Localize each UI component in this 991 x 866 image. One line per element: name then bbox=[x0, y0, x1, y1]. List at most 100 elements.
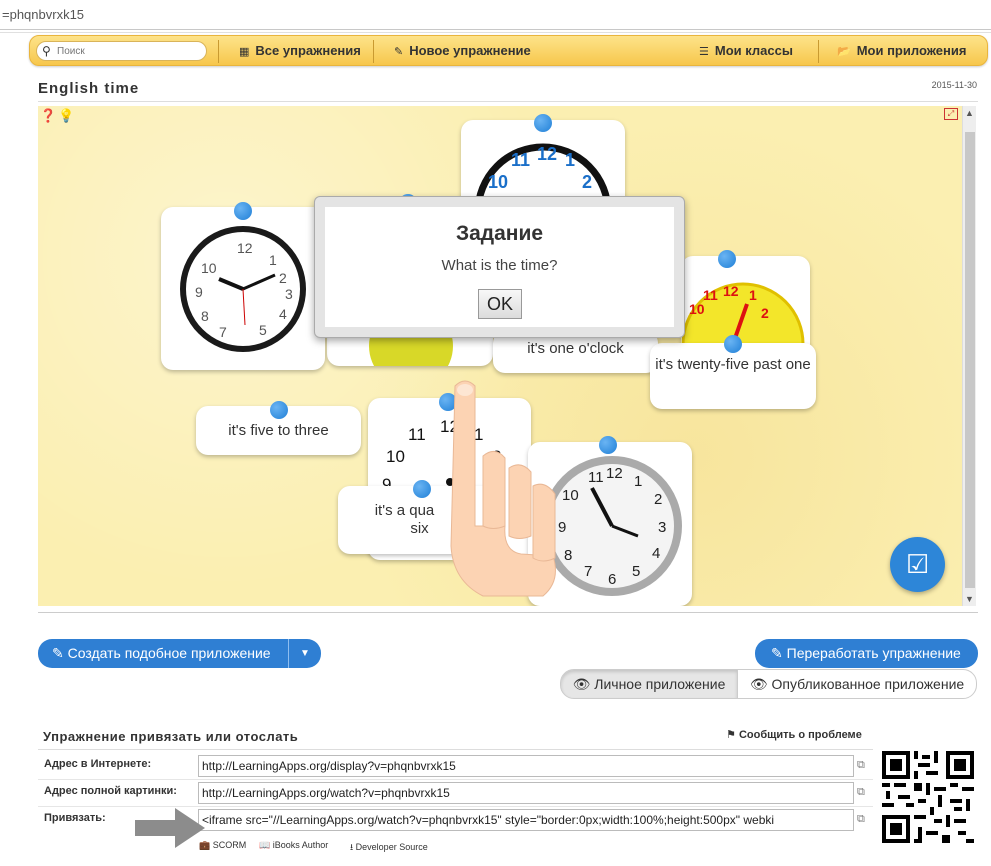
clock-image: 10 11 12 1 2 bbox=[681, 282, 805, 356]
caret-down-icon: ▼ bbox=[300, 648, 310, 659]
divider bbox=[38, 806, 873, 807]
clock-numeral: 9 bbox=[195, 284, 203, 300]
dialog-body: Задание What is the time? OK bbox=[325, 207, 674, 327]
flag-icon: ⚑ bbox=[726, 729, 736, 741]
clock-numeral: 3 bbox=[658, 519, 666, 536]
report-problem-link[interactable]: ⚑ Сообщить о проблеме bbox=[726, 728, 862, 741]
scroll-down-icon[interactable]: ▼ bbox=[965, 594, 974, 604]
top-navbar: ⚲ ▦ Все упражнения ✎ Новое упражнение ☰ Мои… bbox=[29, 35, 988, 66]
clock-numeral: 12 bbox=[537, 144, 557, 164]
pointing-hand-icon bbox=[450, 380, 556, 597]
eye-slash-icon: 👁 bbox=[572, 676, 591, 692]
create-similar-button[interactable]: ✎ Создать подобное приложение bbox=[38, 639, 290, 668]
clock-numeral: 10 bbox=[689, 301, 705, 317]
scroll-up-icon[interactable]: ▲ bbox=[965, 108, 974, 118]
clock-numeral: 11 bbox=[588, 469, 604, 486]
app-title: English time bbox=[38, 80, 140, 97]
package-icon: 💼 bbox=[199, 840, 211, 850]
pin-icon bbox=[718, 250, 736, 268]
help-icon[interactable]: ❓ bbox=[40, 108, 56, 124]
stage-scrollbar[interactable]: ▲ ▼ bbox=[962, 106, 976, 606]
pin-icon bbox=[599, 436, 617, 454]
divider bbox=[373, 40, 374, 63]
private-app-toggle[interactable]: 👁 Личное приложение bbox=[560, 669, 738, 699]
hint-bulb-icon[interactable]: 💡 bbox=[58, 108, 74, 124]
divider bbox=[38, 612, 978, 613]
embed-code-field[interactable]: <iframe src="//LearningApps.org/watch?v=… bbox=[198, 809, 854, 831]
fullscreen-icon[interactable]: ⤢ bbox=[944, 108, 958, 120]
clock-numeral: 12 bbox=[606, 465, 623, 482]
pencil-icon: ✎ bbox=[771, 645, 783, 661]
clock-numeral: 2 bbox=[582, 172, 592, 192]
check-answers-button[interactable]: ☑ bbox=[890, 537, 945, 592]
folder-icon: 📂 bbox=[837, 46, 851, 58]
scroll-thumb[interactable] bbox=[965, 132, 975, 588]
card-text: it's five to three bbox=[228, 422, 329, 439]
clock-numeral: 11 bbox=[511, 150, 530, 170]
download-ibooks[interactable]: 📖 iBooks Author bbox=[259, 840, 328, 851]
card-text: it's twenty-five past one bbox=[655, 356, 811, 373]
copy-icon[interactable]: ⧉ bbox=[857, 786, 865, 799]
address-bar[interactable]: =phqnbvrxk15 bbox=[0, 0, 991, 30]
download-icon: ⭳ bbox=[350, 842, 354, 852]
download-scorm[interactable]: 💼 SCORM bbox=[199, 840, 246, 851]
clock-numeral: 10 bbox=[562, 487, 579, 504]
ok-button[interactable]: OK bbox=[478, 289, 522, 319]
clock-numeral: 7 bbox=[219, 324, 227, 340]
divider bbox=[818, 40, 819, 63]
full-image-address-field[interactable]: http://LearningApps.org/watch?v=phqnbvrx… bbox=[198, 782, 854, 804]
clock-numeral: 10 bbox=[488, 172, 508, 192]
nav-my-apps[interactable]: 📂 Мои приложения bbox=[837, 43, 966, 58]
grid-icon: ▦ bbox=[239, 46, 250, 58]
create-similar-dropdown[interactable]: ▼ bbox=[288, 639, 321, 668]
download-label: iBooks Author bbox=[272, 840, 329, 850]
button-label: Переработать упражнение bbox=[786, 645, 961, 661]
pin-icon bbox=[724, 335, 742, 353]
edit-icon: ✎ bbox=[52, 645, 64, 661]
page: =phqnbvrxk15 ⚲ ▦ Все упражнения ✎ Новое уп… bbox=[0, 0, 991, 866]
clock-numeral: 1 bbox=[749, 287, 757, 303]
clock-numeral: 5 bbox=[632, 563, 640, 580]
published-app-toggle[interactable]: 👁 Опубликованное приложение bbox=[737, 669, 977, 699]
copy-icon[interactable]: ⧉ bbox=[857, 759, 865, 772]
clock-numeral: 11 bbox=[703, 287, 718, 303]
divider bbox=[38, 779, 873, 780]
dialog-text: What is the time? bbox=[441, 257, 558, 274]
nav-new-exercise[interactable]: ✎ Новое упражнение bbox=[394, 43, 531, 58]
pin-icon bbox=[413, 480, 431, 498]
clock-card[interactable]: 12 1 10 2 9 3 8 4 7 5 bbox=[161, 207, 325, 370]
nav-my-classes[interactable]: ☰ Мои классы bbox=[699, 43, 793, 58]
nav-label: Мои классы bbox=[714, 43, 793, 58]
rework-button[interactable]: ✎ Переработать упражнение bbox=[755, 639, 978, 668]
clock-numeral: 5 bbox=[259, 322, 267, 338]
search-input[interactable] bbox=[57, 44, 202, 59]
clock-numeral: 2 bbox=[654, 491, 662, 508]
clock-numeral: 10 bbox=[386, 447, 405, 466]
clock-numeral: 7 bbox=[584, 563, 592, 580]
link-label: Сообщить о проблеме bbox=[738, 729, 862, 741]
nav-all-exercises[interactable]: ▦ Все упражнения bbox=[239, 43, 361, 58]
download-developer-source[interactable]: ⭳ Developer Source bbox=[350, 840, 428, 856]
qr-code bbox=[882, 751, 974, 843]
row-label: Адрес полной картинки: bbox=[44, 785, 177, 797]
clock-image: 12 1 10 2 9 3 8 4 7 5 bbox=[180, 226, 306, 352]
clock-card[interactable]: 10 11 12 1 2 bbox=[681, 256, 810, 356]
divider bbox=[218, 40, 219, 63]
address-text: =phqnbvrxk15 bbox=[2, 7, 85, 22]
toggle-label: Опубликованное приложение bbox=[771, 676, 965, 692]
clock-numeral: 8 bbox=[201, 308, 209, 324]
nav-label: Мои приложения bbox=[856, 43, 967, 58]
share-section-title: Упражнение привязать или отослать bbox=[43, 729, 299, 744]
toggle-label: Личное приложение bbox=[594, 676, 726, 692]
clock-numeral: 1 bbox=[634, 473, 642, 490]
copy-icon[interactable]: ⧉ bbox=[857, 813, 865, 826]
clock-numeral: 8 bbox=[564, 547, 572, 564]
web-address-field[interactable]: http://LearningApps.org/display?v=phqnbv… bbox=[198, 755, 854, 777]
divider bbox=[0, 30, 991, 33]
clock-numeral: 11 bbox=[408, 425, 426, 444]
card-text: it's one o'clock bbox=[527, 340, 624, 357]
list-icon: ☰ bbox=[699, 46, 709, 58]
clock-numeral: 3 bbox=[285, 286, 293, 302]
search-box[interactable]: ⚲ bbox=[36, 41, 207, 61]
app-stage[interactable]: ❓ 💡 ⤢ 12 11 1 10 2 12 1 10 2 9 3 8 4 7 5… bbox=[38, 106, 976, 606]
